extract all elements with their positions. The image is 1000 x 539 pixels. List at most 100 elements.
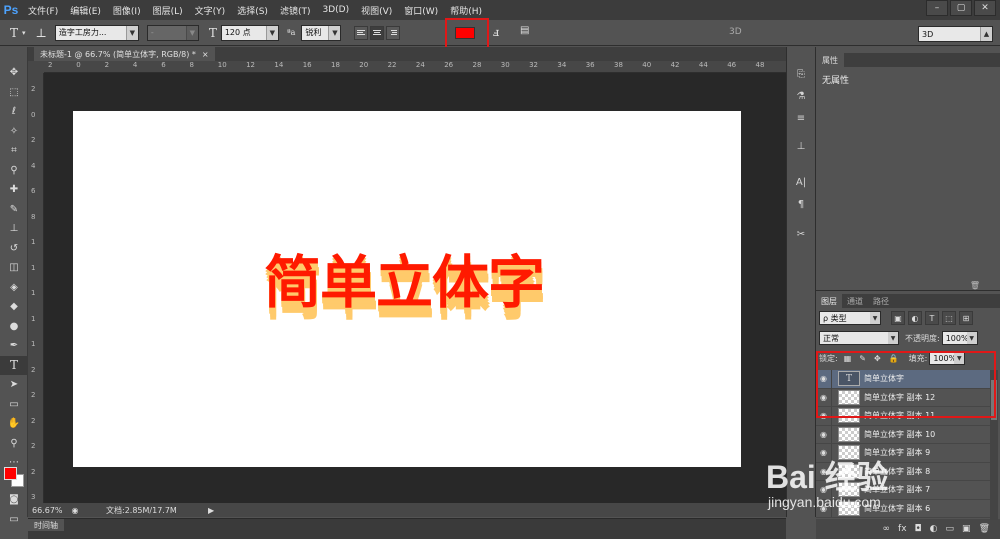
dodge-tool-icon[interactable]: ● [0, 317, 28, 337]
tab-paths[interactable]: 路径 [868, 294, 894, 308]
tools-preset-icon[interactable]: ✂ [787, 223, 815, 245]
maximize-button[interactable]: ▢ [950, 0, 972, 16]
menu-view[interactable]: 视图(V) [355, 4, 398, 17]
menu-help[interactable]: 帮助(H) [444, 4, 488, 17]
menu-select[interactable]: 选择(S) [231, 4, 274, 17]
ruler-tick-label: 8 [189, 61, 194, 69]
status-menu-arrow-icon[interactable]: ▶ [208, 506, 214, 515]
share-icon[interactable]: ◉ [68, 506, 82, 515]
lasso-tool-icon[interactable]: ℓ [0, 102, 28, 122]
timeline-tab[interactable]: 时间轴 [28, 519, 64, 531]
panels-toggle-icon[interactable]: ▤ [520, 25, 529, 36]
layer-style-icon[interactable]: fx [898, 524, 907, 534]
menu-image[interactable]: 图像(I) [107, 4, 147, 17]
type-tool-icon[interactable]: T [0, 355, 28, 375]
close-button[interactable]: ✕ [974, 0, 996, 16]
adjustments-panel-icon[interactable]: ≡ [787, 107, 815, 129]
ruler-tick-label: 3 [31, 493, 36, 501]
tab-properties[interactable]: 属性 [816, 53, 844, 67]
paint-bucket-tool-icon[interactable]: ◈ [0, 278, 28, 298]
menu-filter[interactable]: 滤镜(T) [274, 4, 317, 17]
workspace-select[interactable]: 3D ▲ [918, 26, 993, 42]
link-layers-icon[interactable]: ∞ [883, 524, 891, 534]
layer-row[interactable]: ◉ 简单立体字 副本 8 [816, 462, 990, 481]
opacity-label: 不透明度: [905, 333, 940, 343]
orientation-toggle-icon[interactable]: ⊥ [36, 26, 47, 40]
text-tool-icon[interactable]: T [10, 26, 18, 40]
path-selection-tool-icon[interactable]: ➤ [0, 375, 28, 395]
shape-filter-icon[interactable]: ⬚ [942, 311, 956, 325]
font-family-select[interactable]: 造字工房力... ▼ [54, 24, 139, 41]
align-right-button[interactable] [386, 25, 401, 40]
layer-thumbnail [838, 482, 860, 498]
delete-icon[interactable]: 🗑 [970, 281, 980, 290]
history-panel-icon[interactable]: ⎘ [787, 63, 815, 85]
healing-brush-tool-icon[interactable]: ✚ [0, 180, 28, 200]
brush-tool-icon[interactable]: ✎ [0, 200, 28, 220]
pixel-filter-icon[interactable]: ▣ [891, 311, 905, 325]
eyedropper-tool-icon[interactable]: ⚲ [0, 161, 28, 181]
paragraph-panel-icon[interactable]: ¶ [787, 193, 815, 215]
visibility-eye-icon[interactable]: ◉ [816, 443, 832, 462]
properties-panel: 属性 无属性 🗑 [816, 53, 1000, 291]
screen-mode-icon[interactable]: ▭ [0, 510, 28, 530]
new-group-icon[interactable]: ▭ [946, 524, 955, 534]
font-size-value: 120 点 [224, 28, 251, 37]
menu-layer[interactable]: 图层(L) [147, 4, 189, 17]
visibility-eye-icon[interactable]: ◉ [816, 425, 832, 444]
move-tool-icon[interactable]: ✥ [0, 63, 28, 83]
actions-panel-icon[interactable]: ⚗ [787, 85, 815, 107]
zoom-tool-icon[interactable]: ⚲ [0, 434, 28, 454]
type-filter-icon[interactable]: T [925, 311, 939, 325]
magic-wand-tool-icon[interactable]: ✧ [0, 122, 28, 142]
layer-row[interactable]: ◉ 简单立体字 副本 7 [816, 480, 990, 500]
opacity-input[interactable]: 100% ▼ [941, 331, 978, 345]
menu-3d[interactable]: 3D(D) [316, 5, 355, 15]
align-left-button[interactable] [354, 25, 369, 40]
document-tab[interactable]: 未标题-1 @ 66.7% (简单立体字, RGB/8) * × [34, 47, 215, 61]
menu-file[interactable]: 文件(F) [22, 4, 64, 17]
align-center-button[interactable] [370, 25, 385, 40]
layer-filter-select[interactable]: ρ 类型 ▼ [819, 311, 881, 325]
character-panel-icon[interactable]: A| [787, 171, 815, 193]
warp-text-icon[interactable]: ⅎ [493, 25, 499, 39]
font-size-select[interactable]: 120 点 ▼ [220, 24, 279, 41]
layer-row[interactable]: ◉ 简单立体字 副本 10 [816, 425, 990, 444]
menu-window[interactable]: 窗口(W) [398, 4, 444, 17]
layer-row[interactable]: ◉ 简单立体字 副本 6 [816, 499, 990, 518]
tab-channels[interactable]: 通道 [842, 294, 868, 308]
visibility-eye-icon[interactable]: ◉ [816, 499, 832, 518]
menu-type[interactable]: 文字(Y) [189, 4, 232, 17]
hand-tool-icon[interactable]: ✋ [0, 414, 28, 434]
chevron-down-icon[interactable]: ▾ [22, 29, 26, 37]
new-layer-icon[interactable]: ▣ [962, 524, 971, 534]
visibility-eye-icon[interactable]: ◉ [816, 462, 832, 481]
clone-stamp-tool-icon[interactable]: ⊥ [0, 219, 28, 239]
adjustment-filter-icon[interactable]: ◐ [908, 311, 922, 325]
antialias-select[interactable]: 锐利 ▼ [301, 24, 342, 41]
blend-mode-select[interactable]: 正常 ▼ [819, 331, 899, 345]
crop-tool-icon[interactable]: ⌗ [0, 141, 28, 161]
foreground-color-swatch[interactable] [4, 467, 17, 480]
eraser-tool-icon[interactable]: ◫ [0, 258, 28, 278]
pen-tool-icon[interactable]: ✒ [0, 336, 28, 356]
visibility-eye-icon[interactable]: ◉ [816, 480, 832, 499]
font-style-select[interactable]: - ▼ [146, 24, 199, 41]
rectangle-tool-icon[interactable]: ▭ [0, 395, 28, 415]
quick-mask-icon[interactable]: ◙ [0, 490, 28, 510]
menu-edit[interactable]: 编辑(E) [64, 4, 107, 17]
marquee-tool-icon[interactable]: ⬚ [0, 83, 28, 103]
history-brush-tool-icon[interactable]: ↺ [0, 239, 28, 259]
document-canvas[interactable]: 简单立体字 简单立体字 简单立体字 简单立体字 简单立体字 [73, 111, 741, 467]
add-mask-icon[interactable]: ◘ [915, 524, 922, 534]
minimize-button[interactable]: – [926, 0, 948, 16]
close-icon[interactable]: × [202, 50, 209, 59]
blur-tool-icon[interactable]: ◆ [0, 297, 28, 317]
adjustment-layer-icon[interactable]: ◐ [930, 524, 938, 534]
layer-row[interactable]: ◉ 简单立体字 副本 9 [816, 443, 990, 463]
zoom-level[interactable]: 66.67% [32, 506, 68, 515]
delete-layer-icon[interactable]: 🗑 [979, 524, 990, 534]
tab-layers[interactable]: 图层 [816, 294, 842, 308]
smart-object-filter-icon[interactable]: ⊞ [959, 311, 973, 325]
styles-panel-icon[interactable]: ⊥ [787, 135, 815, 157]
